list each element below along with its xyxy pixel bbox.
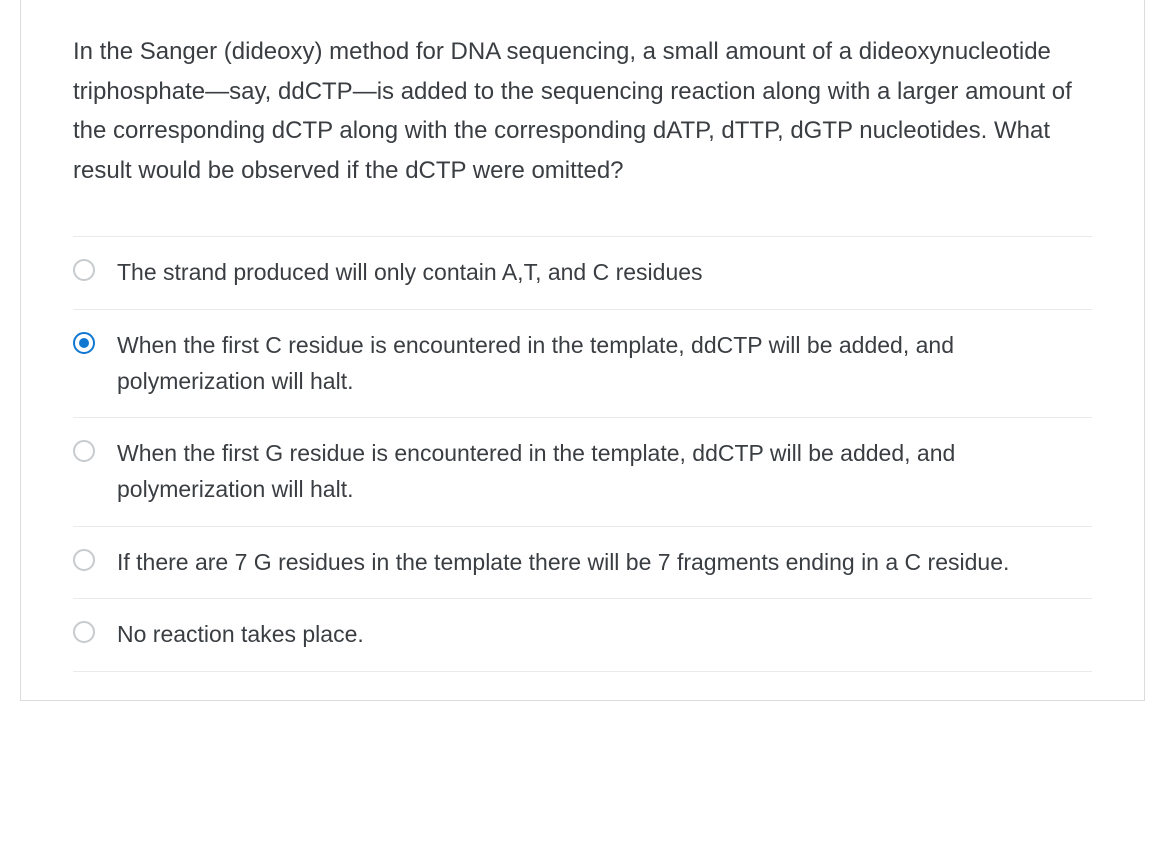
radio-icon	[73, 259, 95, 281]
option-text: When the first C residue is encountered …	[117, 328, 1092, 399]
radio-icon	[73, 440, 95, 462]
radio-icon	[73, 621, 95, 643]
question-text: In the Sanger (dideoxy) method for DNA s…	[21, 0, 1144, 200]
option-text: When the first G residue is encountered …	[117, 436, 1092, 507]
options-list: The strand produced will only contain A,…	[21, 200, 1144, 699]
option-text: No reaction takes place.	[117, 617, 1092, 653]
question-card: In the Sanger (dideoxy) method for DNA s…	[20, 0, 1145, 701]
option-row-0[interactable]: The strand produced will only contain A,…	[73, 236, 1092, 310]
option-row-1[interactable]: When the first C residue is encountered …	[73, 310, 1092, 418]
radio-inner-icon	[79, 338, 89, 348]
option-row-4[interactable]: No reaction takes place.	[73, 599, 1092, 672]
option-row-3[interactable]: If there are 7 G residues in the templat…	[73, 527, 1092, 600]
option-text: The strand produced will only contain A,…	[117, 255, 1092, 291]
radio-icon	[73, 332, 95, 354]
radio-icon	[73, 549, 95, 571]
option-row-2[interactable]: When the first G residue is encountered …	[73, 418, 1092, 526]
option-text: If there are 7 G residues in the templat…	[117, 545, 1092, 581]
